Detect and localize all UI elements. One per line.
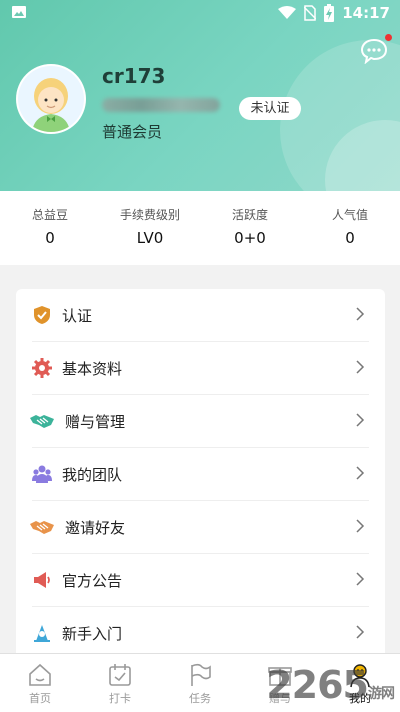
status-bar: 14:17 xyxy=(0,0,400,28)
menu-label: 邀请好友 xyxy=(65,518,126,537)
stats-row: 总益豆 0 手续费级别 LV0 活跃度 0+0 人气值 0 xyxy=(0,191,400,265)
gear-icon xyxy=(32,358,52,378)
menu-label: 赠与管理 xyxy=(65,412,126,431)
menu-label: 认证 xyxy=(62,306,93,325)
profile-header: 14:17 cr173 普通会员 未认证 xyxy=(0,0,400,191)
menu-item-invite-friends[interactable]: 邀请好友 xyxy=(30,501,369,554)
chat-icon[interactable] xyxy=(360,38,388,64)
nav-label: 任务 xyxy=(189,692,211,705)
team-icon xyxy=(32,465,52,483)
flag-icon xyxy=(191,663,211,686)
gallery-icon xyxy=(12,6,26,18)
beginner-icon xyxy=(34,625,50,642)
stat-popularity[interactable]: 人气值 0 xyxy=(300,191,400,265)
menu-label: 基本资料 xyxy=(62,359,123,378)
invite-icon xyxy=(30,521,54,534)
member-level: 普通会员 xyxy=(102,123,163,141)
menu-label: 新手入门 xyxy=(62,624,123,643)
stat-value: 0+0 xyxy=(234,229,266,247)
no-sim-icon xyxy=(304,5,317,21)
nav-label: 打卡 xyxy=(109,692,131,705)
stat-label: 手续费级别 xyxy=(119,208,180,222)
stat-label: 活跃度 xyxy=(231,208,268,222)
watermark-suffix: 游网 xyxy=(368,686,395,702)
verify-status-badge[interactable]: 未认证 xyxy=(239,97,301,120)
chevron-right-icon xyxy=(356,625,365,639)
menu-label: 我的团队 xyxy=(62,465,123,484)
nav-tasks[interactable]: 任务 xyxy=(160,654,240,712)
menu-item-verify[interactable]: 认证 xyxy=(32,289,369,342)
stat-beans[interactable]: 总益豆 0 xyxy=(0,191,100,265)
chevron-right-icon xyxy=(356,307,365,321)
menu-item-my-team[interactable]: 我的团队 xyxy=(32,448,369,501)
menu-card: 认证 基本资料 赠与管理 我的团队 邀请好友 官方公告 新手入门 xyxy=(16,289,385,669)
stat-label: 总益豆 xyxy=(31,208,68,222)
clock: 14:17 xyxy=(342,4,390,22)
menu-item-profile[interactable]: 基本资料 xyxy=(32,342,369,395)
menu-item-gift-management[interactable]: 赠与管理 xyxy=(30,395,369,448)
stat-value: 0 xyxy=(345,229,355,247)
chevron-right-icon xyxy=(356,466,365,480)
stat-activity[interactable]: 活跃度 0+0 xyxy=(200,191,300,265)
chevron-right-icon xyxy=(356,360,365,374)
menu-label: 官方公告 xyxy=(62,571,123,590)
nav-checkin[interactable]: 打卡 xyxy=(80,654,160,712)
handshake-icon xyxy=(30,415,54,428)
avatar[interactable] xyxy=(16,64,86,134)
username: cr173 xyxy=(102,64,166,88)
site-watermark: 2265游网 xyxy=(266,663,395,707)
notification-dot xyxy=(385,34,392,41)
nav-label: 首页 xyxy=(29,692,51,705)
nav-home[interactable]: 首页 xyxy=(0,654,80,712)
chevron-right-icon xyxy=(356,413,365,427)
phone-number-blurred xyxy=(102,98,220,112)
avatar-illustration xyxy=(18,66,84,132)
menu-item-beginner-guide[interactable]: 新手入门 xyxy=(32,607,369,659)
stat-value: 0 xyxy=(45,229,55,247)
battery-charging-icon xyxy=(324,4,335,22)
checkin-icon xyxy=(109,664,131,686)
watermark-text: 2265 xyxy=(266,663,369,707)
stat-label: 人气值 xyxy=(331,208,368,222)
wifi-icon xyxy=(278,6,297,19)
shield-icon xyxy=(34,306,50,324)
menu-item-announcements[interactable]: 官方公告 xyxy=(32,554,369,607)
chevron-right-icon xyxy=(356,572,365,586)
stat-fee-level[interactable]: 手续费级别 LV0 xyxy=(100,191,200,265)
stat-value: LV0 xyxy=(136,229,164,247)
home-icon xyxy=(29,663,51,686)
megaphone-icon xyxy=(34,572,50,588)
chevron-right-icon xyxy=(356,519,365,533)
